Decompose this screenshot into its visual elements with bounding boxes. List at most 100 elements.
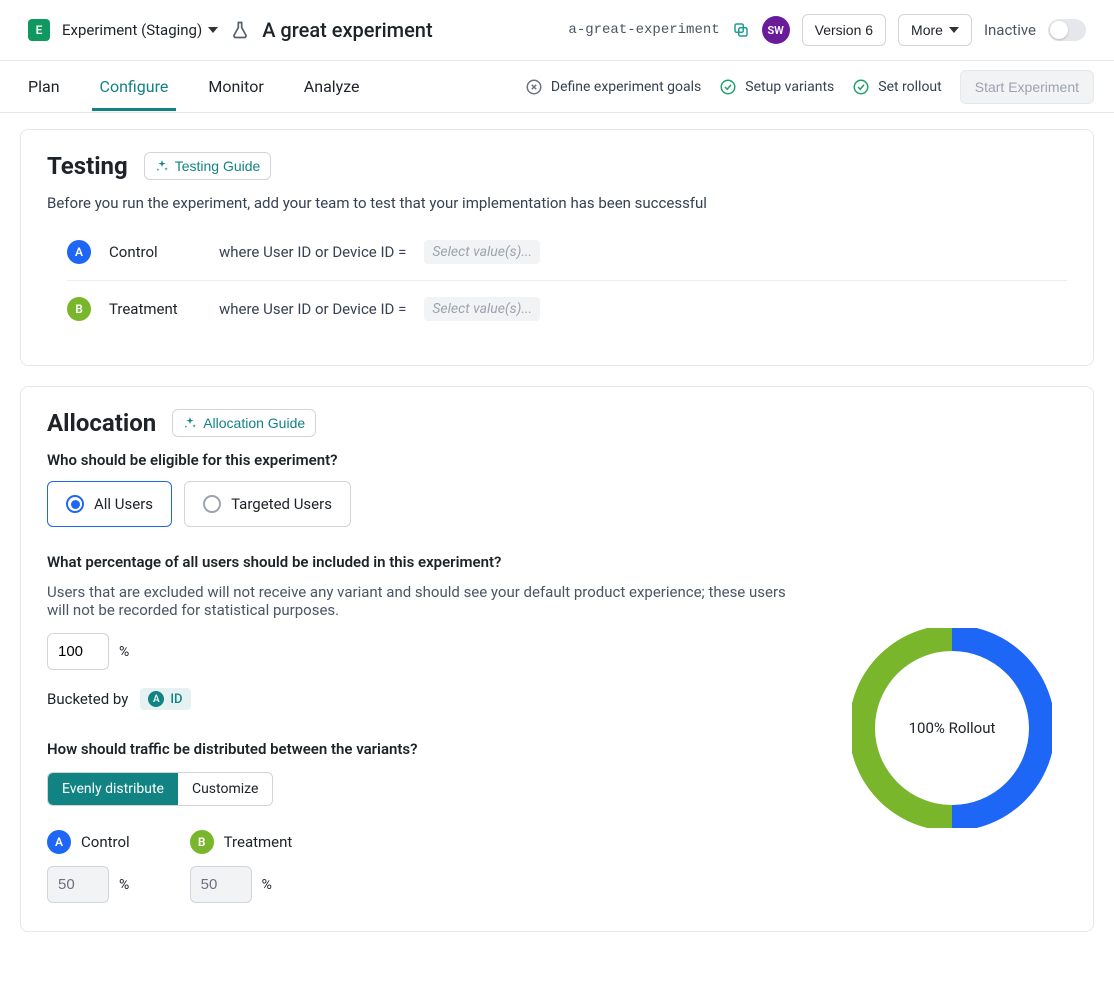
more-label: More — [911, 22, 943, 38]
setup-checks: Define experiment goals Setup variants S… — [525, 70, 1094, 104]
more-button[interactable]: More — [898, 14, 972, 46]
header-left: E Experiment (Staging) A great experimen… — [28, 18, 554, 42]
flask-icon — [230, 20, 250, 40]
avatar[interactable]: SW — [762, 16, 790, 44]
rollout-donut: 100% Rollout — [852, 628, 1052, 828]
main-content: Testing Testing Guide Before you run the… — [0, 113, 1114, 992]
testing-row: B Treatment where User ID or Device ID =… — [67, 281, 1067, 337]
radio-circle-icon — [66, 495, 84, 513]
variant-badge-a: A — [47, 830, 71, 854]
experiment-title[interactable]: A great experiment — [262, 18, 432, 42]
distribute-question: How should traffic be distributed betwee… — [47, 740, 807, 758]
testing-guide-label: Testing Guide — [175, 158, 261, 174]
radio-circle-icon — [203, 495, 221, 513]
dist-col: A Control % — [47, 830, 130, 903]
bucket-row: Bucketed by A ID — [47, 688, 807, 710]
variant-name: Treatment — [109, 300, 201, 318]
tab-row: Plan Configure Monitor Analyze Define ex… — [0, 61, 1114, 113]
dist-percent-row: % — [47, 866, 130, 903]
tab-plan[interactable]: Plan — [20, 63, 68, 110]
allocation-head: Allocation Allocation Guide — [47, 409, 1067, 437]
testing-title: Testing — [47, 152, 128, 180]
percent-suffix: % — [262, 877, 272, 893]
project-name: Experiment (Staging) — [62, 21, 202, 39]
app-header: E Experiment (Staging) A great experimen… — [0, 0, 1114, 61]
percent-suffix: % — [119, 877, 129, 893]
value-selector[interactable]: Select value(s)... — [424, 240, 540, 264]
version-button[interactable]: Version 6 — [802, 14, 886, 46]
percent-suffix: % — [119, 644, 129, 660]
variant-badge-b: B — [67, 297, 91, 321]
distribute-segmented: Evenly distribute Customize — [47, 772, 273, 806]
testing-panel: Testing Testing Guide Before you run the… — [20, 129, 1094, 366]
active-toggle[interactable] — [1048, 19, 1086, 41]
value-selector[interactable]: Select value(s)... — [424, 297, 540, 321]
status-label: Inactive — [984, 21, 1036, 39]
bucket-chip-icon: A — [148, 691, 164, 707]
allocation-left: What percentage of all users should be i… — [47, 553, 807, 903]
variant-badge-b: B — [190, 830, 214, 854]
copy-icon[interactable] — [732, 21, 750, 39]
project-badge: E — [28, 19, 50, 41]
radio-all-users[interactable]: All Users — [47, 481, 172, 527]
percentage-row: % — [47, 633, 807, 670]
chevron-down-icon — [208, 27, 218, 33]
percentage-subtext: Users that are excluded will not receive… — [47, 583, 807, 619]
dist-percent-input — [190, 866, 252, 903]
chevron-down-icon — [949, 27, 959, 33]
percentage-input[interactable] — [47, 633, 109, 670]
seg-customize[interactable]: Customize — [178, 773, 272, 805]
allocation-guide-button[interactable]: Allocation Guide — [172, 409, 316, 437]
header-right: a-great-experiment SW Version 6 More Ina… — [568, 14, 1086, 46]
variant-name: Control — [81, 833, 130, 851]
dist-percent-input — [47, 866, 109, 903]
sparkle-icon — [183, 416, 197, 430]
radio-targeted-label: Targeted Users — [231, 495, 332, 513]
check-goals-label: Define experiment goals — [551, 79, 701, 95]
percentage-question: What percentage of all users should be i… — [47, 553, 807, 571]
check-variants[interactable]: Setup variants — [719, 78, 834, 96]
allocation-panel: Allocation Allocation Guide Who should b… — [20, 386, 1094, 932]
circle-check-icon — [852, 78, 870, 96]
check-variants-label: Setup variants — [745, 79, 834, 95]
tab-configure[interactable]: Configure — [92, 63, 177, 110]
testing-guide-button[interactable]: Testing Guide — [144, 152, 272, 180]
dist-head: A Control — [47, 830, 130, 854]
testing-variant-rows: A Control where User ID or Device ID = S… — [67, 232, 1067, 337]
bucketed-label: Bucketed by — [47, 690, 128, 708]
dist-col: B Treatment % — [190, 830, 293, 903]
circle-x-icon — [525, 78, 543, 96]
radio-all-label: All Users — [94, 495, 153, 513]
tab-analyze[interactable]: Analyze — [296, 63, 368, 110]
start-experiment-button[interactable]: Start Experiment — [960, 70, 1094, 104]
eligibility-radios: All Users Targeted Users — [47, 481, 1067, 527]
testing-head: Testing Testing Guide — [47, 152, 1067, 180]
variant-name: Control — [109, 243, 201, 261]
check-rollout[interactable]: Set rollout — [852, 78, 941, 96]
variant-name: Treatment — [224, 833, 293, 851]
project-selector[interactable]: Experiment (Staging) — [62, 21, 218, 39]
allocation-title: Allocation — [47, 409, 156, 437]
tab-monitor[interactable]: Monitor — [200, 63, 271, 110]
distribution-variants: A Control % B Treatment — [47, 830, 807, 903]
allocation-body: What percentage of all users should be i… — [47, 553, 1067, 903]
testing-row: A Control where User ID or Device ID = S… — [67, 232, 1067, 281]
version-label: Version 6 — [815, 22, 873, 38]
bucket-chip-text: ID — [170, 692, 182, 707]
bucket-chip[interactable]: A ID — [140, 688, 190, 710]
dist-percent-row: % — [190, 866, 293, 903]
tabs: Plan Configure Monitor Analyze — [20, 63, 368, 110]
testing-desc: Before you run the experiment, add your … — [47, 194, 1067, 212]
dist-head: B Treatment — [190, 830, 293, 854]
check-rollout-label: Set rollout — [878, 79, 941, 95]
seg-evenly[interactable]: Evenly distribute — [48, 773, 178, 805]
where-clause: where User ID or Device ID = — [219, 243, 406, 261]
donut-center-label: 100% Rollout — [852, 628, 1052, 828]
check-goals[interactable]: Define experiment goals — [525, 78, 701, 96]
sparkle-icon — [155, 159, 169, 173]
radio-targeted-users[interactable]: Targeted Users — [184, 481, 351, 527]
eligibility-question: Who should be eligible for this experime… — [47, 451, 1067, 469]
variant-badge-a: A — [67, 240, 91, 264]
where-clause: where User ID or Device ID = — [219, 300, 406, 318]
allocation-guide-label: Allocation Guide — [203, 415, 305, 431]
